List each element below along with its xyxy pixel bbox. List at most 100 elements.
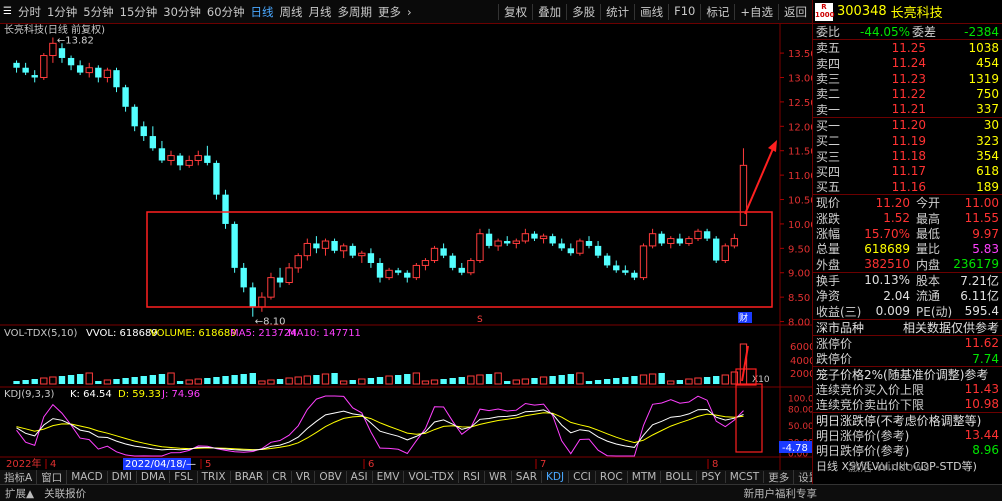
period-tab-9[interactable]: 多周期 [335, 4, 376, 20]
toolbar-btn-1[interactable]: 叠加 [532, 3, 566, 20]
volume-bar [404, 374, 411, 384]
bid-row[interactable]: 买一 11.20 30 [813, 118, 1002, 133]
indicator-tab-14[interactable]: RSI [459, 471, 485, 483]
bid-row[interactable]: 买二 11.19 323 [813, 133, 1002, 149]
volume-bar [294, 376, 302, 385]
indicator-tab-15[interactable]: WR [485, 471, 512, 483]
candle-body [85, 67, 93, 74]
price-tick-label: 11.00 [788, 171, 812, 182]
indicator-tab-12[interactable]: EMV [373, 471, 405, 483]
indicator-tab-6[interactable]: TRIX [198, 471, 231, 483]
indicator-tab-17[interactable]: KDJ [542, 471, 570, 483]
toolbar-btn-7[interactable]: +自选 [734, 3, 778, 20]
candle-body [339, 245, 348, 252]
indicator-tab-16[interactable]: SAR [512, 471, 543, 483]
chart-area[interactable]: 长亮科技(日线 前复权) 13.50 13.00 12.50 12.00 11.50 11.… [0, 23, 822, 472]
info-value: 11.43 [964, 382, 999, 397]
indicator-tab-20[interactable]: MTM [628, 471, 662, 483]
candle-body [730, 238, 739, 247]
toolbar-btn-8[interactable]: 返回 [778, 3, 812, 20]
kline-chart[interactable]: 长亮科技(日线 前复权) 13.50 13.00 12.50 12.00 11.50 11.… [0, 23, 822, 472]
indicator-tab-2[interactable]: MACD [67, 471, 108, 483]
volume-bar [394, 375, 402, 384]
period-tab-5[interactable]: 60分钟 [204, 4, 248, 20]
candle-body [739, 164, 748, 226]
toolbar-btn-2[interactable]: 多股 [566, 3, 600, 20]
welfare-link[interactable]: 新用户福利专享 [739, 486, 823, 501]
period-tab-4[interactable]: 30分钟 [160, 4, 204, 20]
period-tab-0[interactable]: 分时 [15, 4, 44, 20]
period-tab-7[interactable]: 周线 [277, 4, 306, 20]
indicator-tab-23[interactable]: MCST [726, 471, 765, 483]
ask-price: 11.24 [891, 56, 926, 71]
ask-row[interactable]: 卖四 11.24 454 [813, 56, 1002, 71]
toolbar-btn-3[interactable]: 统计 [600, 3, 634, 20]
period-tab-8[interactable]: 月线 [306, 4, 335, 20]
tomorrow-block: 明日涨停价(参考) 13.44 明日跌停价(参考) 8.96 [813, 427, 1002, 458]
indicator-tab-21[interactable]: BOLL [661, 471, 698, 483]
indicator-tab-9[interactable]: VR [292, 471, 316, 483]
bid-row[interactable]: 买五 11.16 189 [813, 179, 1002, 195]
period-tab-10[interactable]: 更多 [375, 4, 404, 20]
toolbar-btn-6[interactable]: 标记 [700, 3, 734, 20]
status-tab-1[interactable]: 关联报价 [39, 486, 91, 501]
indicator-tab-18[interactable]: CCI [569, 471, 596, 483]
indicator-tab-22[interactable]: PSY [697, 471, 726, 483]
period-tab-1[interactable]: 1分钟 [44, 4, 80, 20]
cai-marker[interactable]: 财 [739, 312, 748, 324]
period-tab-6[interactable]: 日线 [248, 4, 277, 20]
menu-icon[interactable]: ☰ [0, 6, 15, 17]
bid-price: 11.17 [891, 164, 926, 179]
indicator-tab-0[interactable]: 指标A [0, 470, 38, 484]
volume-bar [376, 377, 384, 384]
toolbar-btn-4[interactable]: 画线 [634, 3, 668, 20]
indicator-tab-13[interactable]: VOL-TDX [404, 471, 459, 483]
volume-bar [103, 379, 112, 385]
ask-row[interactable]: 卖二 11.22 750 [813, 86, 1002, 102]
indicator-tab-1[interactable]: 窗口 [37, 470, 68, 484]
indicator-tab-11[interactable]: ASI [347, 471, 373, 483]
toolbar-btn-5[interactable]: F10 [668, 3, 700, 20]
stock-name[interactable]: 长亮科技 [891, 2, 943, 21]
status-bar: 扩展▲ 关联报价 新用户福利专享 [0, 484, 1002, 501]
stock-code[interactable]: 300348 [837, 4, 887, 19]
ask-row[interactable]: 卖一 11.21 337 [813, 101, 1002, 117]
price-tick-label: 10.50 [788, 196, 812, 207]
stat-label-2: PE(动) [916, 304, 953, 319]
candle-body [113, 70, 120, 88]
info-label: 连续竞价卖出价下限 [816, 397, 925, 412]
candle-body [576, 240, 584, 254]
cursor-date: 2022/04/18/— [125, 459, 196, 470]
period-tab-2[interactable]: 5分钟 [80, 4, 116, 20]
bid-row[interactable]: 买四 11.17 618 [813, 164, 1002, 179]
stat-value-2: 6.11亿 [960, 289, 999, 304]
ask-row[interactable]: 卖三 11.23 1319 [813, 71, 1002, 87]
price-tick-label: 12.00 [788, 122, 812, 133]
indicator-tab-3[interactable]: DMI [108, 471, 137, 483]
indicator-tab-4[interactable]: DMA [137, 471, 171, 483]
status-tab-0[interactable]: 扩展▲ [0, 486, 39, 501]
ask-price: 11.22 [891, 86, 926, 101]
indicator-tab-7[interactable]: BRAR [231, 471, 269, 483]
toolbar-btn-0[interactable]: 复权 [498, 3, 532, 20]
more-chevron-icon[interactable]: › [404, 5, 415, 19]
ask-row[interactable]: 卖五 11.25 1038 [813, 40, 1002, 56]
candle-body [367, 253, 375, 263]
stat-label: 外盘 [816, 257, 841, 272]
indicator-tab-25[interactable]: 设置 [794, 470, 812, 484]
kdj-k-line [16, 408, 744, 451]
indicator-tab-10[interactable]: OBV [315, 471, 347, 483]
indicator-tab-24[interactable]: 更多 [764, 470, 795, 484]
volume-bar [31, 379, 38, 384]
volume-bar [131, 377, 138, 384]
candle-body [58, 48, 66, 58]
info-value: 7.74 [972, 351, 999, 366]
limit-block: 涨停价 11.62 跌停价 7.74 [813, 336, 1002, 367]
period-tab-3[interactable]: 15分钟 [117, 4, 161, 20]
indicator-tab-8[interactable]: CR [268, 471, 292, 483]
indicator-tab-5[interactable]: FSL [170, 471, 198, 483]
volume-bar [385, 375, 393, 385]
indicator-tab-19[interactable]: ROC [596, 471, 628, 483]
stat-value: 15.70% [864, 226, 910, 241]
bid-row[interactable]: 买三 11.18 354 [813, 148, 1002, 164]
